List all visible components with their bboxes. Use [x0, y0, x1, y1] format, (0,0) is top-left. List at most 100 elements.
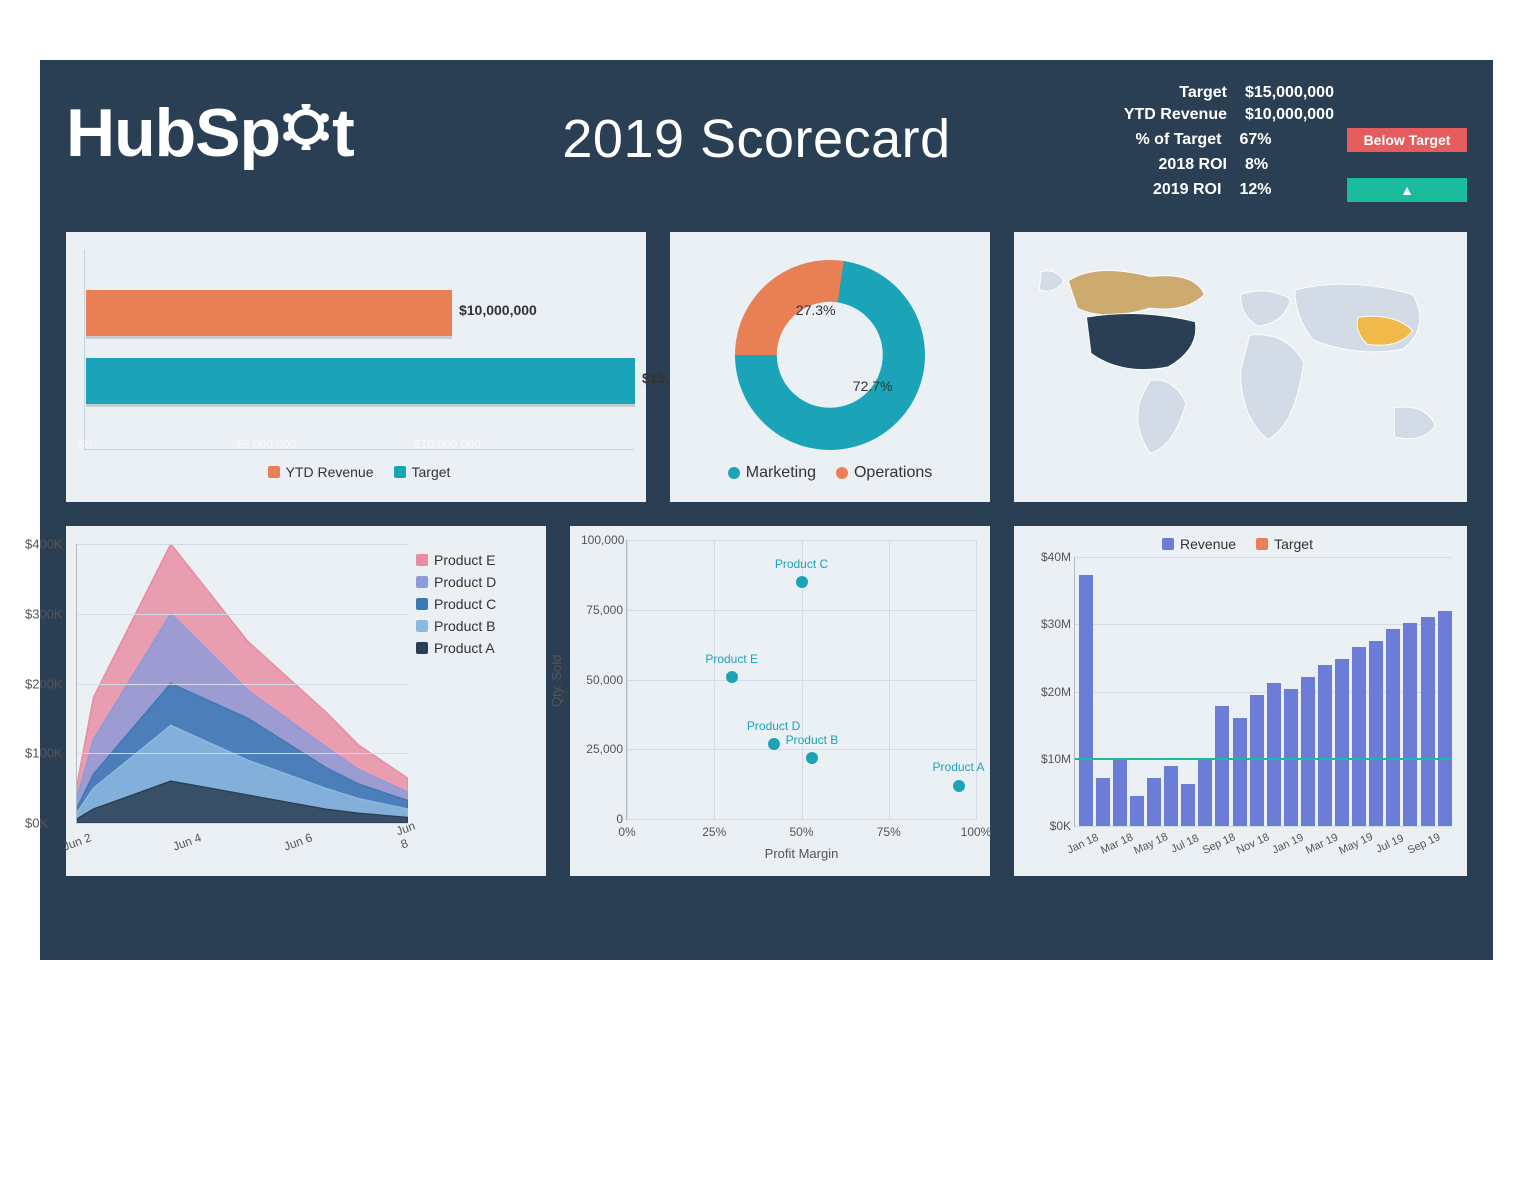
kpi-row: YTD Revenue $10,000,000 [1087, 104, 1467, 126]
revenue-bar [1130, 796, 1144, 826]
x-tick: Nov 18 [1235, 831, 1272, 857]
map-europe [1241, 291, 1291, 326]
x-tick: $5,000,000 [236, 437, 296, 451]
kpi-row: % of Target 67% Below Target [1087, 126, 1467, 154]
bar-target [86, 358, 635, 404]
scorecard-dashboard: HubSpt 2019 Scorecard Target $15,000,000… [40, 60, 1493, 960]
scatter-point [726, 671, 738, 683]
y-tick: $300K [25, 606, 63, 621]
x-tick: $10,000,000 [414, 437, 481, 451]
chart-world-map [1014, 232, 1467, 502]
x-tick: Jan 19 [1270, 832, 1305, 857]
revenue-bar [1181, 784, 1195, 826]
revenue-bar [1096, 778, 1110, 826]
revenue-bar [1318, 665, 1332, 826]
x-tick: Jul 19 [1374, 832, 1406, 855]
legend-item: Product C [416, 596, 528, 612]
kpi-label: % of Target [1087, 131, 1231, 149]
scatter-point [806, 752, 818, 764]
legend-item: Target [394, 464, 451, 480]
donut-ring [735, 260, 925, 450]
x-tick: Mar 19 [1304, 831, 1340, 856]
y-tick: $400K [25, 537, 63, 552]
x-tick: Mar 18 [1099, 831, 1135, 856]
kpi-row: Target $15,000,000 [1087, 82, 1467, 104]
y-tick: 75,000 [581, 603, 623, 617]
y-tick: 25,000 [581, 742, 623, 756]
legend-item: Target [1256, 536, 1313, 552]
y-tick: $30M [1025, 617, 1071, 631]
kpi-value: 12% [1231, 181, 1347, 199]
kpi-row: 2018 ROI 8% [1087, 154, 1467, 176]
x-tick: 75% [877, 825, 901, 839]
revenue-bar [1079, 575, 1093, 826]
revenue-bar [1113, 760, 1127, 826]
x-tick: Jul 18 [1169, 832, 1201, 855]
y-tick: $10M [1025, 752, 1071, 766]
x-tick: Jan 18 [1065, 832, 1100, 857]
revenue-bar [1403, 623, 1417, 826]
target-line [1075, 758, 1451, 760]
chart-spend-split: 27.3% 72.7% MarketingOperations [670, 232, 990, 502]
legend-item: Product A [416, 640, 528, 656]
bar-label-revenue: $10,000,000 [459, 302, 537, 318]
kpi-value: 8% [1237, 156, 1357, 174]
y-tick: $0K [25, 816, 48, 831]
revenue-bar [1250, 695, 1264, 827]
x-tick: 50% [789, 825, 813, 839]
scatter-ylabel: Qty. Sold [549, 655, 564, 708]
x-tick: 100% [961, 825, 992, 839]
scatter-point [796, 576, 808, 588]
revenue-bar [1335, 659, 1349, 826]
kpi-label: YTD Revenue [1087, 106, 1237, 124]
y-tick: $100K [25, 746, 63, 761]
y-tick: 100,000 [581, 533, 623, 547]
x-tick: Jun 4 [171, 830, 203, 853]
y-tick: 0 [581, 812, 623, 826]
map-south-america [1138, 380, 1186, 453]
bar-ytd-revenue [86, 290, 452, 336]
y-tick: 50,000 [581, 673, 623, 687]
chart-revenue-timeline: RevenueTarget $0K$10M$20M$30M$40MJan 18M… [1014, 526, 1467, 876]
kpi-row: 2019 ROI 12% ▲ [1087, 176, 1467, 204]
kpi-badge: ▲ [1347, 178, 1467, 202]
y-tick: $20M [1025, 685, 1071, 699]
revenue-bar [1267, 683, 1281, 826]
scatter-label: Product C [775, 557, 828, 571]
kpi-value: $15,000,000 [1237, 84, 1357, 102]
revenue-bar [1147, 778, 1161, 826]
y-tick: $200K [25, 676, 63, 691]
scatter-point [953, 780, 965, 792]
revenue-bar [1215, 706, 1229, 826]
x-tick: May 18 [1132, 831, 1170, 857]
legend-item: Product B [416, 618, 528, 634]
scatter-label: Product A [933, 760, 985, 774]
legend-item: Revenue [1162, 536, 1236, 552]
x-tick: Sep 18 [1201, 831, 1238, 857]
donut-label-marketing: 72.7% [853, 378, 893, 394]
sprocket-icon [282, 103, 330, 151]
x-tick: 25% [702, 825, 726, 839]
brand-logo: HubSpt [66, 82, 426, 172]
legend-item: YTD Revenue [268, 464, 374, 480]
revenue-bar [1421, 617, 1435, 826]
map-asia [1295, 284, 1420, 352]
scatter-label: Product E [705, 652, 758, 666]
map-africa [1241, 335, 1304, 440]
y-tick: $40M [1025, 550, 1071, 564]
kpi-label: 2018 ROI [1087, 156, 1237, 174]
revenue-bar [1198, 760, 1212, 826]
scatter-label: Product D [747, 719, 800, 733]
page-title: 2019 Scorecard [426, 82, 1087, 170]
chart-revenue-vs-target: $10,000,000 $15,000,000 $0$5,000,000$10,… [66, 232, 646, 502]
donut-label-operations: 27.3% [796, 302, 836, 318]
x-tick: $0 [78, 437, 91, 451]
x-tick: May 19 [1337, 831, 1375, 857]
revenue-bar [1352, 647, 1366, 826]
revenue-bar [1369, 641, 1383, 826]
kpi-value: 67% [1231, 131, 1347, 149]
y-tick: $0K [1025, 819, 1071, 833]
revenue-bar [1164, 766, 1178, 826]
x-tick: 0% [618, 825, 635, 839]
revenue-bar [1386, 629, 1400, 826]
